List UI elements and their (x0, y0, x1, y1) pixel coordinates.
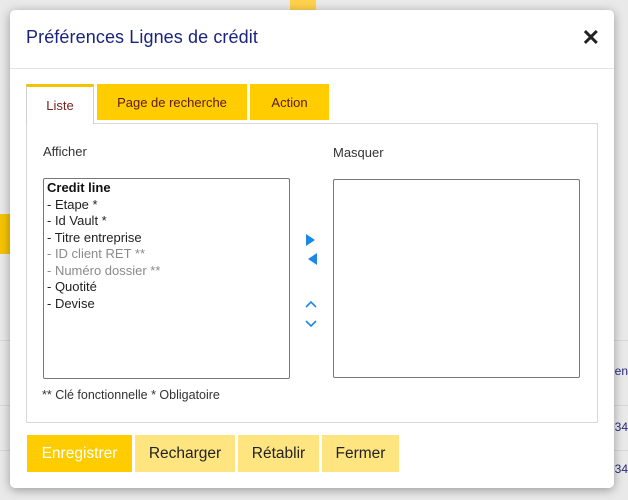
arrow-right-icon[interactable] (306, 234, 315, 246)
show-column-label: Afficher (43, 144, 87, 159)
list-item[interactable]: - Numéro dossier ** (47, 263, 286, 280)
legend-note: ** Clé fonctionnelle * Obligatoire (42, 388, 220, 402)
preferences-dialog: Préférences Lignes de crédit ✕ Liste Pag… (10, 10, 614, 488)
reset-button[interactable]: Rétablir (238, 435, 319, 472)
background-highlight (290, 0, 316, 10)
list-item[interactable]: - Devise (47, 296, 286, 313)
chevron-down-icon[interactable] (305, 315, 317, 333)
list-item[interactable]: - ID client RET ** (47, 246, 286, 263)
list-item[interactable]: - Titre entreprise (47, 230, 286, 247)
hide-listbox[interactable] (333, 179, 580, 378)
reload-button[interactable]: Recharger (135, 435, 235, 472)
list-item[interactable]: - Quotité (47, 279, 286, 296)
background-text: ien (611, 364, 628, 378)
list-item[interactable]: - Id Vault * (47, 213, 286, 230)
hide-column-label: Masquer (333, 145, 384, 160)
tab-page-de-recherche[interactable]: Page de recherche (97, 84, 247, 120)
save-button[interactable]: Enregistrer (27, 435, 132, 472)
tab-action[interactable]: Action (250, 84, 329, 120)
header-divider (10, 68, 614, 69)
background-accent (0, 214, 10, 254)
chevron-up-icon[interactable] (305, 295, 317, 313)
list-item[interactable]: Credit line (47, 180, 286, 197)
tab-panel: Afficher Masquer Credit line - Etape * -… (26, 123, 598, 423)
arrow-left-icon[interactable] (308, 253, 317, 265)
show-listbox[interactable]: Credit line - Etape * - Id Vault * - Tit… (43, 178, 290, 379)
close-icon[interactable]: ✕ (582, 27, 600, 49)
dialog-title: Préférences Lignes de crédit (26, 27, 258, 47)
tab-liste[interactable]: Liste (26, 84, 94, 124)
close-button[interactable]: Fermer (322, 435, 399, 472)
list-item[interactable]: - Etape * (47, 197, 286, 214)
